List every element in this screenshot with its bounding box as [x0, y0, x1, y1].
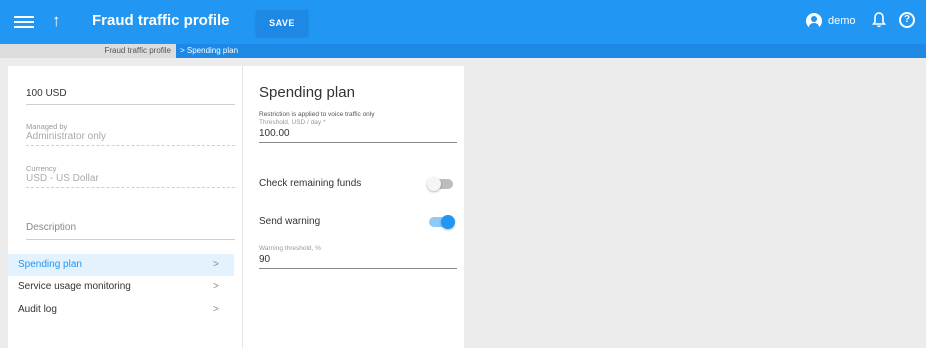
nav-item-label: Spending plan [18, 259, 82, 270]
nav-item-label: Service usage monitoring [18, 281, 131, 292]
chevron-right-icon: > [213, 281, 219, 292]
description-placeholder: Description [26, 222, 77, 233]
breadcrumb: Fraud traffic profile > Spending plan [0, 44, 926, 58]
threshold-value: 100.00 [259, 128, 290, 139]
threshold-label: Threshold, USD / day * [259, 119, 326, 126]
chevron-right-icon: > [213, 259, 219, 270]
currency-label: Currency [26, 164, 57, 173]
send-warning-toggle[interactable] [429, 215, 455, 229]
account-icon [806, 13, 822, 29]
user-name: demo [828, 15, 856, 27]
check-remaining-funds-row: Check remaining funds [259, 174, 457, 194]
toggle-knob [441, 215, 455, 229]
help-icon[interactable]: ? [899, 12, 915, 28]
warning-threshold-field[interactable]: Warning threshold, % 90 [259, 245, 457, 269]
amount-field: 100 USD [26, 88, 235, 105]
chevron-right-icon: > [213, 304, 219, 315]
restriction-note: Restriction is applied to voice traffic … [259, 111, 375, 118]
check-remaining-funds-label: Check remaining funds [259, 178, 362, 189]
managed-by-value: Administrator only [26, 131, 107, 142]
spending-plan-panel: Spending plan Restriction is applied to … [242, 66, 464, 348]
toggle-knob [427, 177, 441, 191]
description-field[interactable]: Description [26, 222, 235, 240]
check-remaining-funds-toggle[interactable] [427, 177, 453, 191]
currency-field: Currency USD - US Dollar [26, 164, 235, 188]
breadcrumb-current: > Spending plan [176, 44, 243, 58]
profile-panel: 100 USD Managed by Administrator only Cu… [8, 66, 242, 348]
save-button[interactable]: SAVE [256, 10, 308, 36]
user-menu[interactable]: demo [806, 13, 856, 29]
page-title: Fraud traffic profile [92, 12, 230, 29]
nav-item-label: Audit log [18, 304, 57, 315]
warning-threshold-label: Warning threshold, % [259, 245, 321, 252]
managed-by-field: Managed by Administrator only [26, 122, 235, 146]
currency-value: USD - US Dollar [26, 173, 99, 184]
send-warning-row: Send warning [259, 212, 457, 232]
send-warning-label: Send warning [259, 216, 321, 227]
amount-value: 100 USD [26, 88, 67, 99]
menu-icon[interactable] [14, 13, 34, 31]
bell-icon[interactable] [871, 12, 887, 31]
section-title: Spending plan [259, 84, 355, 101]
threshold-field[interactable]: Threshold, USD / day * 100.00 [259, 119, 457, 143]
nav-item-service-usage-monitoring[interactable]: Service usage monitoring > [8, 276, 234, 298]
up-arrow-icon[interactable]: ↑ [52, 11, 61, 31]
nav-item-spending-plan[interactable]: Spending plan > [8, 254, 234, 276]
managed-by-label: Managed by [26, 122, 68, 131]
warning-threshold-value: 90 [259, 254, 271, 265]
breadcrumb-parent[interactable]: Fraud traffic profile [0, 44, 176, 58]
top-bar: ↑ Fraud traffic profile SAVE demo ? [0, 0, 926, 44]
nav-item-audit-log[interactable]: Audit log > [8, 299, 234, 321]
